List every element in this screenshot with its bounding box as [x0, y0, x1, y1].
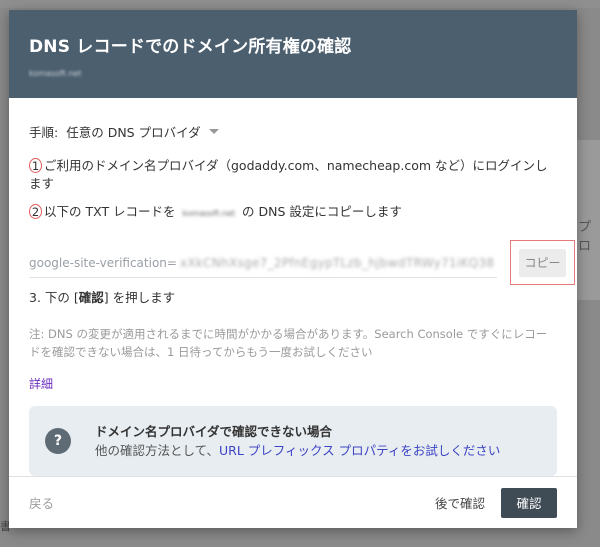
verify-later-button[interactable]: 後で確認 — [435, 493, 485, 512]
step-1-number: 1 — [29, 158, 42, 173]
method-value: 任意の DNS プロバイダ — [66, 125, 201, 140]
copy-highlight: コピー — [510, 240, 575, 285]
copy-button[interactable]: コピー — [519, 248, 566, 277]
step-3-bold: 確認 — [78, 290, 104, 305]
chevron-down-icon — [208, 129, 219, 134]
step-3: 3. 下の [確認] を押します — [29, 289, 557, 307]
dialog-title: DNS レコードでのドメイン所有権の確認 — [29, 37, 352, 57]
step-2-text-post: の DNS 設定にコピーします — [242, 204, 402, 219]
dialog-domain: komasoft.net — [29, 69, 82, 78]
step-2-number: 2 — [29, 204, 42, 219]
step-3-pre: 3. 下の [ — [29, 290, 79, 305]
info-title: ドメイン名プロバイダで確認できない場合 — [95, 424, 333, 439]
txt-record-prefix: google-site-verification= — [29, 255, 177, 270]
step-1: 1 ご利用のドメイン名プロバイダ（godaddy.com、namecheap.co… — [29, 157, 557, 193]
step-2: 2 以下の TXT レコードを komasoft.net の DNS 設定にコピー… — [29, 203, 557, 223]
back-button[interactable]: 戻る — [29, 493, 54, 512]
dialog-body: 手順: 任意の DNS プロバイダ 1 ご利用のドメイン名プロバイダ（godadd… — [9, 98, 577, 476]
method-row: 手順: 任意の DNS プロバイダ — [29, 122, 557, 141]
step-2-text-pre: 以下の TXT レコードを — [44, 204, 176, 219]
dns-note: 注: DNS の変更が適用されるまでに時間がかかる場合があります。Search … — [29, 327, 548, 359]
detail-link[interactable]: 詳細 — [29, 375, 53, 392]
step-1-text: ご利用のドメイン名プロバイダ（godaddy.com、namecheap.com… — [29, 158, 548, 191]
help-icon: ? — [45, 428, 71, 454]
method-label: 手順: — [29, 125, 59, 140]
step-3-post: ] を押します — [103, 290, 176, 305]
step-2-domain: komasoft.net — [182, 209, 236, 218]
url-prefix-link[interactable]: URL プレフィックス プロパティをお試しください — [219, 443, 500, 458]
info-subtext: 他の確認方法として、URL プレフィックス プロパティをお試しください — [95, 441, 500, 460]
info-text: ドメイン名プロバイダで確認できない場合 他の確認方法として、URL プレフィック… — [95, 422, 500, 460]
background-topbar — [0, 0, 600, 8]
dialog-footer: 戻る 後で確認 確認 — [9, 476, 577, 528]
info-sub-pre: 他の確認方法として、 — [95, 443, 220, 458]
confirm-button[interactable]: 確認 — [501, 487, 557, 518]
txt-record-value: xXkCNhXsge7_2PfnEgypTLzb_hjbwdTRWy71iKQ3… — [179, 255, 495, 270]
txt-record-field[interactable]: google-site-verification= xXkCNhXsge7_2P… — [29, 248, 497, 278]
background-side-text: プロ — [578, 220, 592, 254]
verification-dialog: DNS レコードでのドメイン所有権の確認 komasoft.net 手順: 任意… — [9, 10, 577, 528]
info-box: ? ドメイン名プロバイダで確認できない場合 他の確認方法として、URL プレフィ… — [29, 406, 557, 476]
dialog-header: DNS レコードでのドメイン所有権の確認 komasoft.net — [9, 10, 577, 98]
method-dropdown[interactable]: 任意の DNS プロバイダ — [66, 122, 219, 141]
txt-record-row: google-site-verification= xXkCNhXsge7_2P… — [29, 240, 575, 285]
